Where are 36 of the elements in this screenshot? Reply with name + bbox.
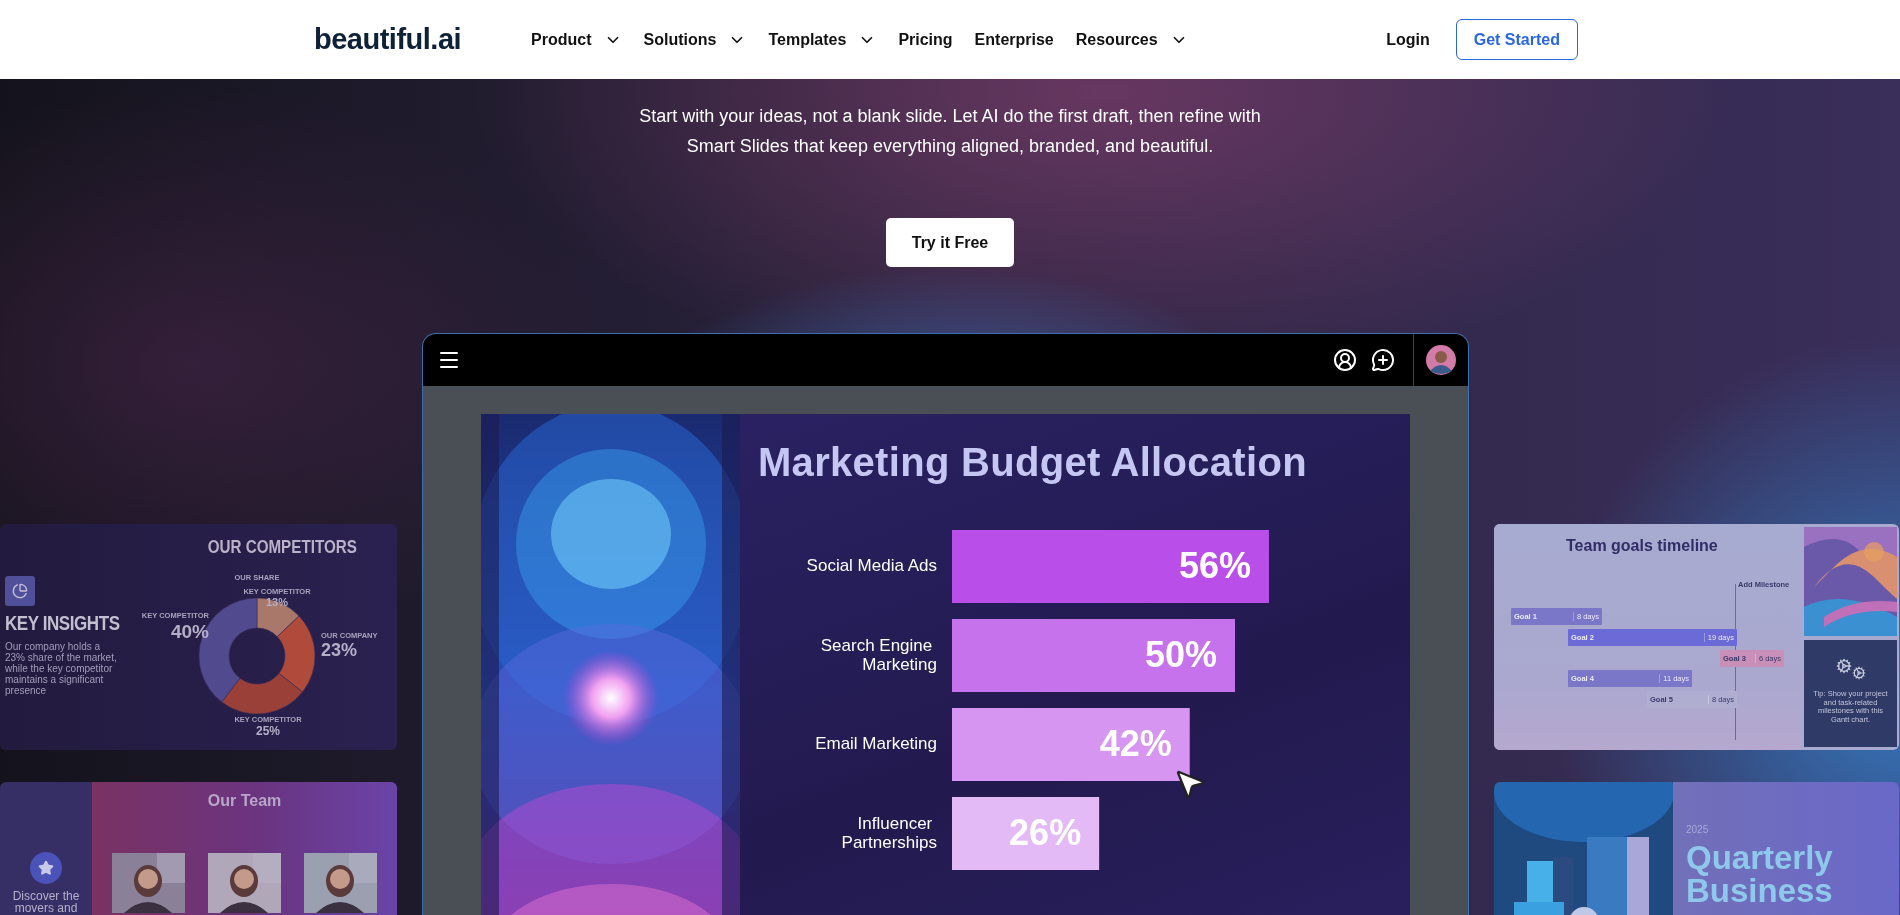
bar-value: 56% [1178,544,1251,586]
nav-link[interactable]: Enterprise [974,30,1054,49]
nav-link[interactable]: Solutions [643,30,747,49]
nav-link[interactable]: Pricing [898,30,953,49]
card-title: Our Team [207,792,282,810]
user-icon[interactable] [1333,348,1357,372]
card-title: OUR COMPETITORS [207,536,357,558]
avatar[interactable] [1426,345,1456,375]
try-free-button[interactable]: Try it Free [885,218,1015,267]
slice-value: 25% [256,724,280,738]
bar-label: Search Engine Marketing [820,636,937,674]
logo[interactable]: beautiful.ai [314,23,462,56]
nav-link[interactable]: Templates [768,30,877,49]
bar-value: 42% [1099,722,1172,764]
card-text: Discover the movers and [11,890,81,914]
card-title: Team goals timeline [1566,537,1718,555]
pie-chart-icon [5,576,35,606]
bar-value: 26% [1009,811,1082,853]
gears-icon [1835,658,1866,680]
nav-link[interactable]: Resources [1075,30,1188,49]
bar-label: Email Marketing [815,734,937,753]
bar-label: Social Media Ads [806,556,937,575]
bar-value: 50% [1144,633,1217,675]
add-comment-icon[interactable] [1371,348,1395,372]
login-link[interactable]: Login [1386,30,1430,49]
bar-label: Influencer Partnerships [841,814,937,852]
card-text: Our company holds a 23% share of the market, while the key competitor maintains a significant presence [5,641,117,696]
hero-subtitle: Start with your ideas, not a blank slide. Let AI do the first draft, then refine with Smart Slides that keep everything aligned, branded, and beautiful. [638,105,1262,158]
slice-value: 23% [321,640,358,660]
slide-title: Marketing Budget Allocation [758,440,1308,485]
card-title: Quarterly [1686,841,1834,874]
slice-value: 40% [170,621,209,642]
slice-value: 13% [266,596,288,608]
nav-link[interactable]: Product [531,30,622,49]
card-heading: KEY INSIGHTS [5,612,118,635]
get-started-button[interactable]: Get Started [1455,19,1578,60]
